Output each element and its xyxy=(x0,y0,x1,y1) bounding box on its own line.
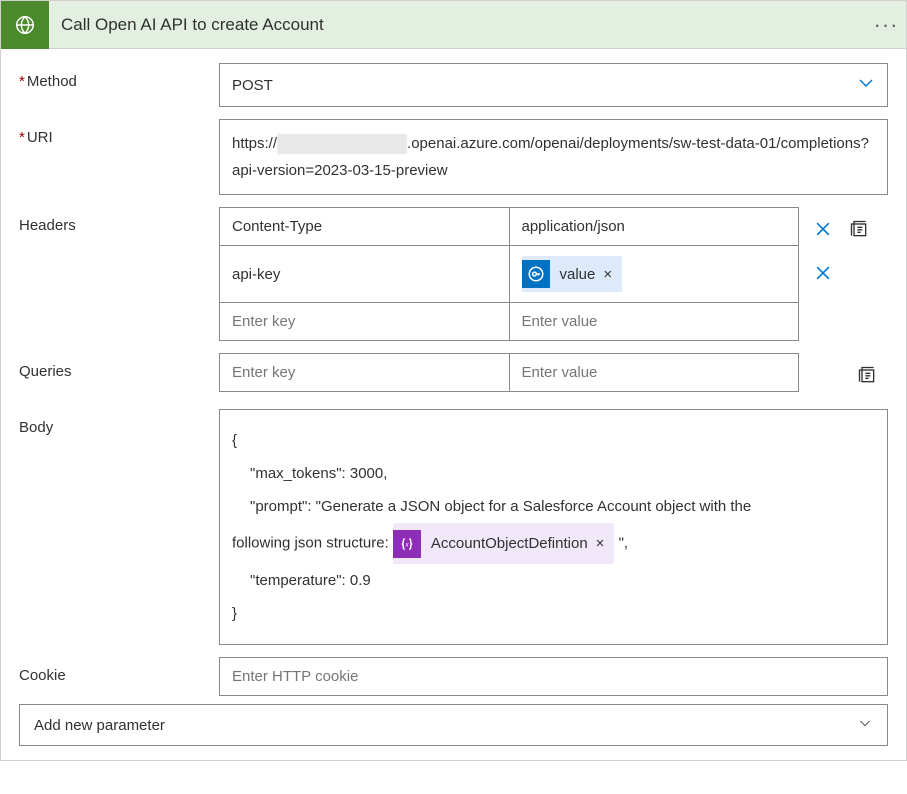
delete-row-icon[interactable] xyxy=(811,217,835,241)
more-icon[interactable]: ··· xyxy=(866,14,906,36)
header-key-cell[interactable]: Content-Type xyxy=(220,208,510,245)
remove-token-icon[interactable]: × xyxy=(603,266,612,283)
method-value: POST xyxy=(232,77,273,94)
uri-input[interactable]: https://.openai.azure.com/openai/deploym… xyxy=(219,119,888,195)
header-row: api-key xyxy=(220,245,798,302)
key-vault-icon xyxy=(522,260,550,288)
delete-row-icon[interactable] xyxy=(811,261,835,285)
body-editor[interactable]: { "max_tokens": 3000, "prompt": "Generat… xyxy=(219,409,888,645)
header-value-cell[interactable]: value × xyxy=(510,246,799,302)
expression-token[interactable]: x AccountObjectDefintion × xyxy=(393,523,615,564)
expression-label: AccountObjectDefintion xyxy=(431,527,588,560)
header-key-input[interactable]: Enter key xyxy=(220,303,510,340)
header-row: Content-Type application/json xyxy=(220,208,798,245)
body-label: Body xyxy=(19,409,219,436)
add-parameter-label: Add new parameter xyxy=(34,717,165,734)
header-row-empty: Enter key Enter value xyxy=(220,302,798,340)
expression-icon: x xyxy=(393,530,421,558)
header-value-cell[interactable]: application/json xyxy=(510,208,799,245)
query-row-empty: Enter key Enter value xyxy=(220,354,798,391)
card-title: Call Open AI API to create Account xyxy=(49,15,866,35)
header-key-cell[interactable]: api-key xyxy=(220,246,510,302)
cookie-label: Cookie xyxy=(19,657,219,684)
method-select[interactable]: POST xyxy=(219,63,888,107)
uri-label: *URI xyxy=(19,119,219,146)
switch-to-text-mode-icon[interactable] xyxy=(847,217,871,241)
query-value-input[interactable]: Enter value xyxy=(510,354,799,391)
globe-icon xyxy=(1,1,49,49)
action-card: Call Open AI API to create Account ··· *… xyxy=(0,0,907,761)
secure-token[interactable]: value × xyxy=(522,256,623,292)
svg-text:x: x xyxy=(404,542,409,548)
switch-to-text-mode-icon[interactable] xyxy=(855,363,879,387)
redacted-host xyxy=(277,134,407,154)
add-parameter-select[interactable]: Add new parameter xyxy=(19,704,888,746)
chevron-down-icon xyxy=(857,74,875,96)
method-label: *Method xyxy=(19,63,219,90)
chevron-down-icon xyxy=(857,715,873,735)
headers-table: Content-Type application/json api-key xyxy=(219,207,799,341)
queries-label: Queries xyxy=(19,353,219,380)
card-body: *Method POST *URI https://.openai.azure.… xyxy=(1,49,906,760)
header-value-input[interactable]: Enter value xyxy=(510,303,799,340)
card-header[interactable]: Call Open AI API to create Account ··· xyxy=(1,1,906,49)
query-key-input[interactable]: Enter key xyxy=(220,354,510,391)
cookie-input[interactable] xyxy=(219,657,888,696)
queries-table: Enter key Enter value xyxy=(219,353,799,392)
headers-label: Headers xyxy=(19,207,219,234)
token-label: value xyxy=(560,266,596,283)
remove-token-icon[interactable]: × xyxy=(596,527,605,560)
